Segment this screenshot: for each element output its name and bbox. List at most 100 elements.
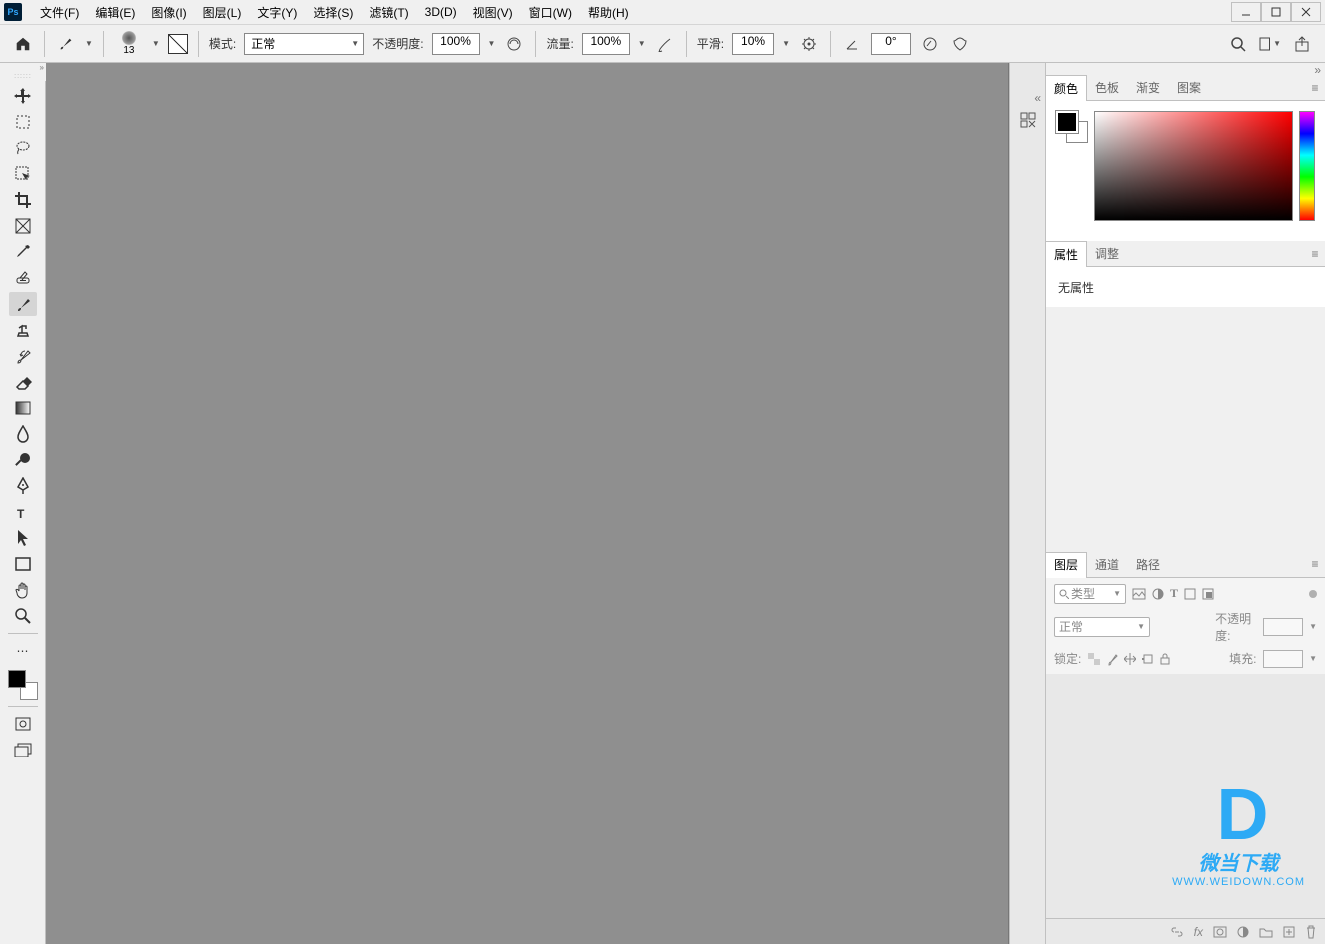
smooth-settings-icon[interactable] — [798, 33, 820, 55]
menu-window[interactable]: 窗口(W) — [521, 1, 580, 24]
frame-tool[interactable] — [9, 214, 37, 238]
canvas-area[interactable] — [46, 63, 1009, 944]
airbrush-icon[interactable] — [654, 33, 676, 55]
quick-select-tool[interactable] — [9, 162, 37, 186]
delete-layer-icon[interactable] — [1305, 925, 1317, 939]
brush-tool[interactable] — [9, 292, 37, 316]
blur-tool[interactable] — [9, 422, 37, 446]
collapsed-panel-icon[interactable] — [1017, 109, 1039, 131]
filter-toggle-icon[interactable] — [1309, 590, 1317, 598]
filter-adjust-icon[interactable] — [1152, 588, 1164, 600]
tab-color[interactable]: 颜色 — [1046, 75, 1087, 100]
layer-mask-icon[interactable] — [1213, 926, 1227, 938]
lock-all-icon[interactable] — [1160, 653, 1170, 665]
move-tool[interactable] — [9, 84, 37, 108]
layer-blend-mode-select[interactable]: 正常▼ — [1054, 617, 1150, 637]
tab-channels[interactable]: 通道 — [1087, 552, 1128, 577]
tab-adjustments[interactable]: 调整 — [1087, 241, 1128, 266]
chevron-down-icon[interactable]: ▼ — [638, 39, 646, 48]
brush-tool-indicator-icon[interactable] — [55, 33, 77, 55]
foreground-color[interactable] — [8, 670, 26, 688]
clone-stamp-tool[interactable] — [9, 318, 37, 342]
layer-filter-type[interactable]: 类型▼ — [1054, 584, 1126, 604]
grip-icon[interactable]: :::::: — [0, 73, 46, 81]
layer-style-icon[interactable]: fx — [1194, 925, 1203, 939]
menu-filter[interactable]: 滤镜(T) — [361, 1, 416, 24]
color-field-picker[interactable] — [1094, 111, 1293, 221]
smooth-input[interactable]: 10% — [732, 33, 774, 55]
layer-fill-input[interactable] — [1263, 650, 1303, 668]
menu-image[interactable]: 图像(I) — [143, 1, 194, 24]
lasso-tool[interactable] — [9, 136, 37, 160]
quick-mask-icon[interactable] — [9, 712, 37, 736]
symmetry-icon[interactable] — [949, 33, 971, 55]
filter-shape-icon[interactable] — [1184, 588, 1196, 600]
menu-layer[interactable]: 图层(L) — [195, 1, 250, 24]
screen-mode-icon[interactable] — [9, 738, 37, 762]
menu-select[interactable]: 选择(S) — [305, 1, 361, 24]
tab-patterns[interactable]: 图案 — [1169, 75, 1210, 100]
filter-pixel-icon[interactable] — [1132, 588, 1146, 600]
lock-transparency-icon[interactable] — [1088, 653, 1100, 665]
search-icon[interactable] — [1227, 33, 1249, 55]
menu-help[interactable]: 帮助(H) — [580, 1, 637, 24]
chevron-down-icon[interactable]: ▼ — [152, 39, 160, 48]
rectangle-tool[interactable] — [9, 552, 37, 576]
angle-input[interactable]: 0° — [871, 33, 911, 55]
lock-artboard-icon[interactable] — [1142, 653, 1154, 665]
gradient-tool[interactable] — [9, 396, 37, 420]
chevron-down-icon[interactable]: ▼ — [85, 39, 93, 48]
pen-tool[interactable] — [9, 474, 37, 498]
eyedropper-tool[interactable] — [9, 240, 37, 264]
tab-paths[interactable]: 路径 — [1128, 552, 1169, 577]
collapse-chevron-icon[interactable]: « — [1034, 91, 1041, 103]
tab-gradients[interactable]: 渐变 — [1128, 75, 1169, 100]
brush-preset-picker[interactable]: 13 — [114, 31, 144, 56]
adjustment-layer-icon[interactable] — [1237, 926, 1249, 938]
flow-input[interactable]: 100% — [582, 33, 630, 55]
hand-tool[interactable] — [9, 578, 37, 602]
edit-toolbar-icon[interactable]: ⋯ — [9, 639, 37, 663]
menu-view[interactable]: 视图(V) — [465, 1, 521, 24]
tab-properties[interactable]: 属性 — [1046, 241, 1087, 266]
lock-position-icon[interactable] — [1124, 653, 1136, 665]
history-brush-tool[interactable] — [9, 344, 37, 368]
hue-slider[interactable] — [1299, 111, 1315, 221]
color-panel-swatches[interactable] — [1056, 111, 1088, 143]
brush-panel-toggle-icon[interactable] — [168, 34, 188, 54]
blend-mode-select[interactable]: 正常▼ — [244, 33, 364, 55]
toolbox-expand-icon[interactable]: » — [0, 63, 46, 73]
tab-layers[interactable]: 图层 — [1046, 552, 1087, 577]
dodge-tool[interactable] — [9, 448, 37, 472]
window-minimize-button[interactable] — [1231, 2, 1261, 22]
new-layer-icon[interactable] — [1283, 926, 1295, 938]
panel-menu-icon[interactable]: ≡ — [1305, 552, 1325, 577]
menu-type[interactable]: 文字(Y) — [249, 1, 305, 24]
share-icon[interactable] — [1291, 33, 1313, 55]
filter-smart-icon[interactable] — [1202, 588, 1214, 600]
crop-tool[interactable] — [9, 188, 37, 212]
foreground-color[interactable] — [1056, 111, 1078, 133]
panel-menu-icon[interactable]: ≡ — [1305, 75, 1325, 100]
home-button[interactable] — [12, 33, 34, 55]
pressure-size-icon[interactable] — [919, 33, 941, 55]
marquee-tool[interactable] — [9, 110, 37, 134]
chevron-down-icon[interactable]: ▼ — [782, 39, 790, 48]
layer-opacity-input[interactable] — [1263, 618, 1303, 636]
new-group-icon[interactable] — [1259, 926, 1273, 938]
window-close-button[interactable] — [1291, 2, 1321, 22]
panel-menu-icon[interactable]: ≡ — [1305, 241, 1325, 266]
opacity-input[interactable]: 100% — [432, 33, 480, 55]
menu-3d[interactable]: 3D(D) — [417, 2, 465, 22]
menu-edit[interactable]: 编辑(E) — [87, 1, 143, 24]
menu-file[interactable]: 文件(F) — [32, 1, 87, 24]
tab-swatches[interactable]: 色板 — [1087, 75, 1128, 100]
eraser-tool[interactable] — [9, 370, 37, 394]
link-layers-icon[interactable] — [1170, 927, 1184, 937]
path-select-tool[interactable] — [9, 526, 37, 550]
color-swatches[interactable] — [8, 670, 38, 700]
chevron-down-icon[interactable]: ▼ — [488, 39, 496, 48]
healing-brush-tool[interactable] — [9, 266, 37, 290]
workspace-switcher[interactable]: ▼ — [1259, 33, 1281, 55]
panel-collapse-icon[interactable]: » — [1314, 63, 1321, 75]
